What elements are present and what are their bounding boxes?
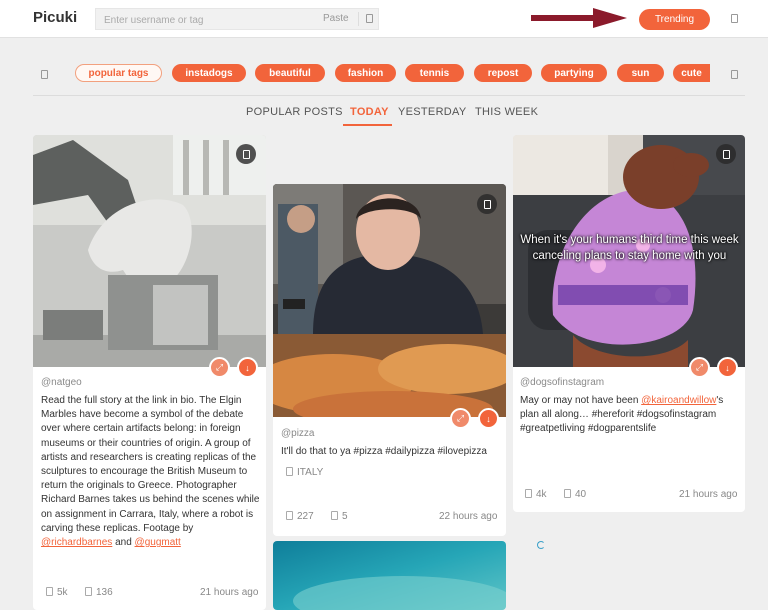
tag-repost[interactable]: repost (474, 64, 532, 82)
post-caption: It'll do that to ya #pizza #dailypizza #… (281, 446, 487, 457)
site-logo[interactable]: Picuki (33, 9, 77, 26)
comments-count: 136 (85, 587, 113, 598)
post-image[interactable] (33, 135, 266, 367)
likes-count: 227 (286, 511, 314, 522)
tab-today[interactable]: TODAY (350, 106, 389, 118)
trending-button[interactable]: Trending (639, 9, 710, 30)
scroll-right-icon[interactable] (731, 70, 738, 79)
post-image[interactable] (273, 541, 506, 610)
heart-icon (46, 587, 53, 596)
expand-icon[interactable]: ⤢ (689, 357, 710, 378)
post-caption: May or may not have been @kairoandwillow… (520, 395, 724, 435)
search-input[interactable] (102, 11, 306, 29)
post-card (273, 541, 506, 610)
likes-count: 5k (46, 587, 68, 598)
heart-icon (286, 511, 293, 520)
post-card: ⤢ ↓ @pizza It'll do that to ya #pizza #d… (273, 184, 506, 536)
expand-icon[interactable]: ⤢ (209, 357, 230, 378)
top-bar: Picuki Paste Trending (0, 0, 768, 38)
post-time: 21 hours ago (200, 587, 259, 598)
select-post-icon[interactable] (716, 144, 736, 164)
post-image[interactable] (273, 184, 506, 417)
tags-bar: popular tags instadogs beautiful fashion… (0, 60, 768, 86)
tag-sun[interactable]: sun (617, 64, 664, 82)
likes-count: 4k (525, 489, 547, 500)
post-username[interactable]: @pizza (281, 428, 315, 439)
comments-count: 40 (564, 489, 586, 500)
comment-icon (564, 489, 571, 498)
post-card: When it's your humans third time this we… (513, 135, 745, 512)
post-time: 22 hours ago (439, 511, 498, 522)
paste-button[interactable]: Paste (323, 13, 349, 24)
download-icon[interactable]: ↓ (237, 357, 258, 378)
tag-popular-tags[interactable]: popular tags (75, 64, 162, 82)
select-post-icon[interactable] (236, 144, 256, 164)
post-location: ITALY (286, 467, 323, 478)
tag-partying[interactable]: partying (541, 64, 607, 82)
download-icon[interactable]: ↓ (717, 357, 738, 378)
post-username[interactable]: @dogsofinstagram (520, 377, 604, 388)
tab-this-week[interactable]: THIS WEEK (475, 106, 538, 118)
mention-link[interactable]: @richardbarnes (41, 537, 112, 548)
search-icon[interactable] (366, 14, 373, 23)
post-time: 21 hours ago (679, 489, 738, 500)
tag-cute[interactable]: cute (673, 64, 710, 82)
post-username[interactable]: @natgeo (41, 377, 82, 388)
search-separator (358, 12, 359, 26)
download-icon[interactable]: ↓ (478, 408, 499, 429)
tag-beautiful[interactable]: beautiful (255, 64, 325, 82)
tab-popular-posts[interactable]: POPULAR POSTS (246, 106, 343, 118)
tag-instadogs[interactable]: instadogs (172, 64, 246, 82)
divider (33, 95, 745, 96)
time-tabs: POPULAR POSTS TODAY YESTERDAY THIS WEEK (0, 104, 768, 126)
post-card: ⤢ ↓ @natgeo Read the full story at the l… (33, 135, 266, 610)
mention-link[interactable]: @kairoandwillow (641, 395, 716, 406)
tag-tennis[interactable]: tennis (405, 64, 464, 82)
select-post-icon[interactable] (477, 194, 497, 214)
arrow-pointer-icon (531, 8, 627, 28)
image-overlay-text: When it's your humans third time this we… (520, 234, 739, 262)
scroll-left-icon[interactable] (41, 70, 48, 79)
search-box: Paste (95, 8, 379, 30)
comment-icon (331, 511, 338, 520)
active-tab-indicator (343, 124, 392, 126)
tag-fashion[interactable]: fashion (335, 64, 396, 82)
tab-yesterday[interactable]: YESTERDAY (398, 106, 467, 118)
comment-icon (85, 587, 92, 596)
post-caption: Read the full story at the link in bio. … (41, 395, 260, 549)
location-icon (286, 467, 293, 476)
comments-count: 5 (331, 511, 348, 522)
loading-spinner-icon (537, 541, 545, 549)
heart-icon (525, 489, 532, 498)
expand-icon[interactable]: ⤢ (450, 408, 471, 429)
menu-icon[interactable] (731, 14, 738, 23)
mention-link[interactable]: @gugmatt (135, 537, 181, 548)
